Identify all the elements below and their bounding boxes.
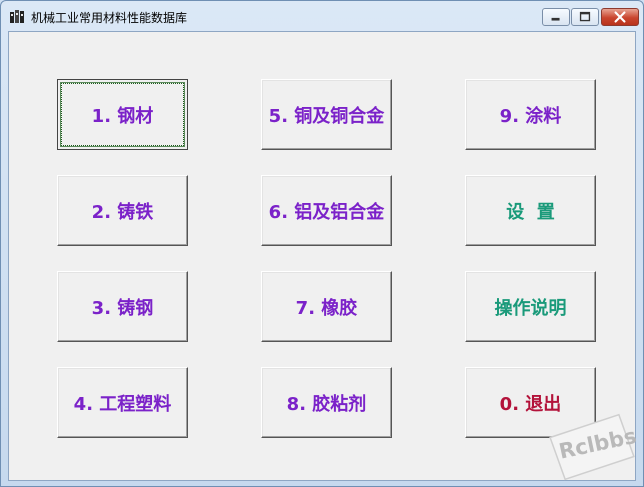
exit-button-label: 0. 退出: [499, 393, 562, 415]
cast-steel-button-label: 3. 铸钢: [91, 297, 154, 319]
steel-button-label: 1. 钢材: [91, 105, 154, 127]
window-title: 机械工业常用材料性能数据库: [31, 11, 188, 25]
adhesive-button[interactable]: 8. 胶粘剂: [261, 367, 392, 438]
minimize-button[interactable]: [542, 8, 570, 26]
coating-button-label: 9. 涂料: [499, 105, 562, 127]
rubber-button-label: 7. 橡胶: [295, 297, 358, 319]
settings-button[interactable]: 设 置: [465, 175, 596, 246]
rubber-button[interactable]: 7. 橡胶: [261, 271, 392, 342]
main-panel: 1. 钢材 5. 铜及铜合金 9. 涂料 2. 铸铁 6. 铝及铝合金 设 置 …: [8, 31, 636, 481]
close-button[interactable]: [601, 8, 639, 26]
copper-alloy-button[interactable]: 5. 铜及铜合金: [261, 79, 392, 150]
adhesive-button-label: 8. 胶粘剂: [286, 393, 367, 415]
steel-button[interactable]: 1. 钢材: [57, 79, 188, 150]
maximize-icon: [579, 11, 591, 22]
help-button[interactable]: 操作说明: [465, 271, 596, 342]
cast-iron-button-label: 2. 铸铁: [91, 201, 154, 223]
app-window: 机械工业常用材料性能数据库 1. 钢材 5. 铜及铜合金 9. 涂料 2. 铸铁…: [0, 0, 644, 487]
engineering-plastic-button[interactable]: 4. 工程塑料: [57, 367, 188, 438]
copper-alloy-button-label: 5. 铜及铜合金: [268, 105, 385, 127]
aluminum-alloy-button-label: 6. 铝及铝合金: [268, 201, 385, 223]
engineering-plastic-button-label: 4. 工程塑料: [73, 393, 172, 415]
settings-button-label: 设 置: [506, 201, 555, 223]
maximize-button[interactable]: [571, 8, 599, 26]
title-bar[interactable]: 机械工业常用材料性能数据库: [1, 1, 643, 31]
cast-iron-button[interactable]: 2. 铸铁: [57, 175, 188, 246]
aluminum-alloy-button[interactable]: 6. 铝及铝合金: [261, 175, 392, 246]
minimize-icon: [551, 17, 560, 21]
app-icon: [10, 10, 24, 23]
close-icon: [614, 11, 626, 23]
help-button-label: 操作说明: [494, 297, 567, 319]
coating-button[interactable]: 9. 涂料: [465, 79, 596, 150]
cast-steel-button[interactable]: 3. 铸钢: [57, 271, 188, 342]
